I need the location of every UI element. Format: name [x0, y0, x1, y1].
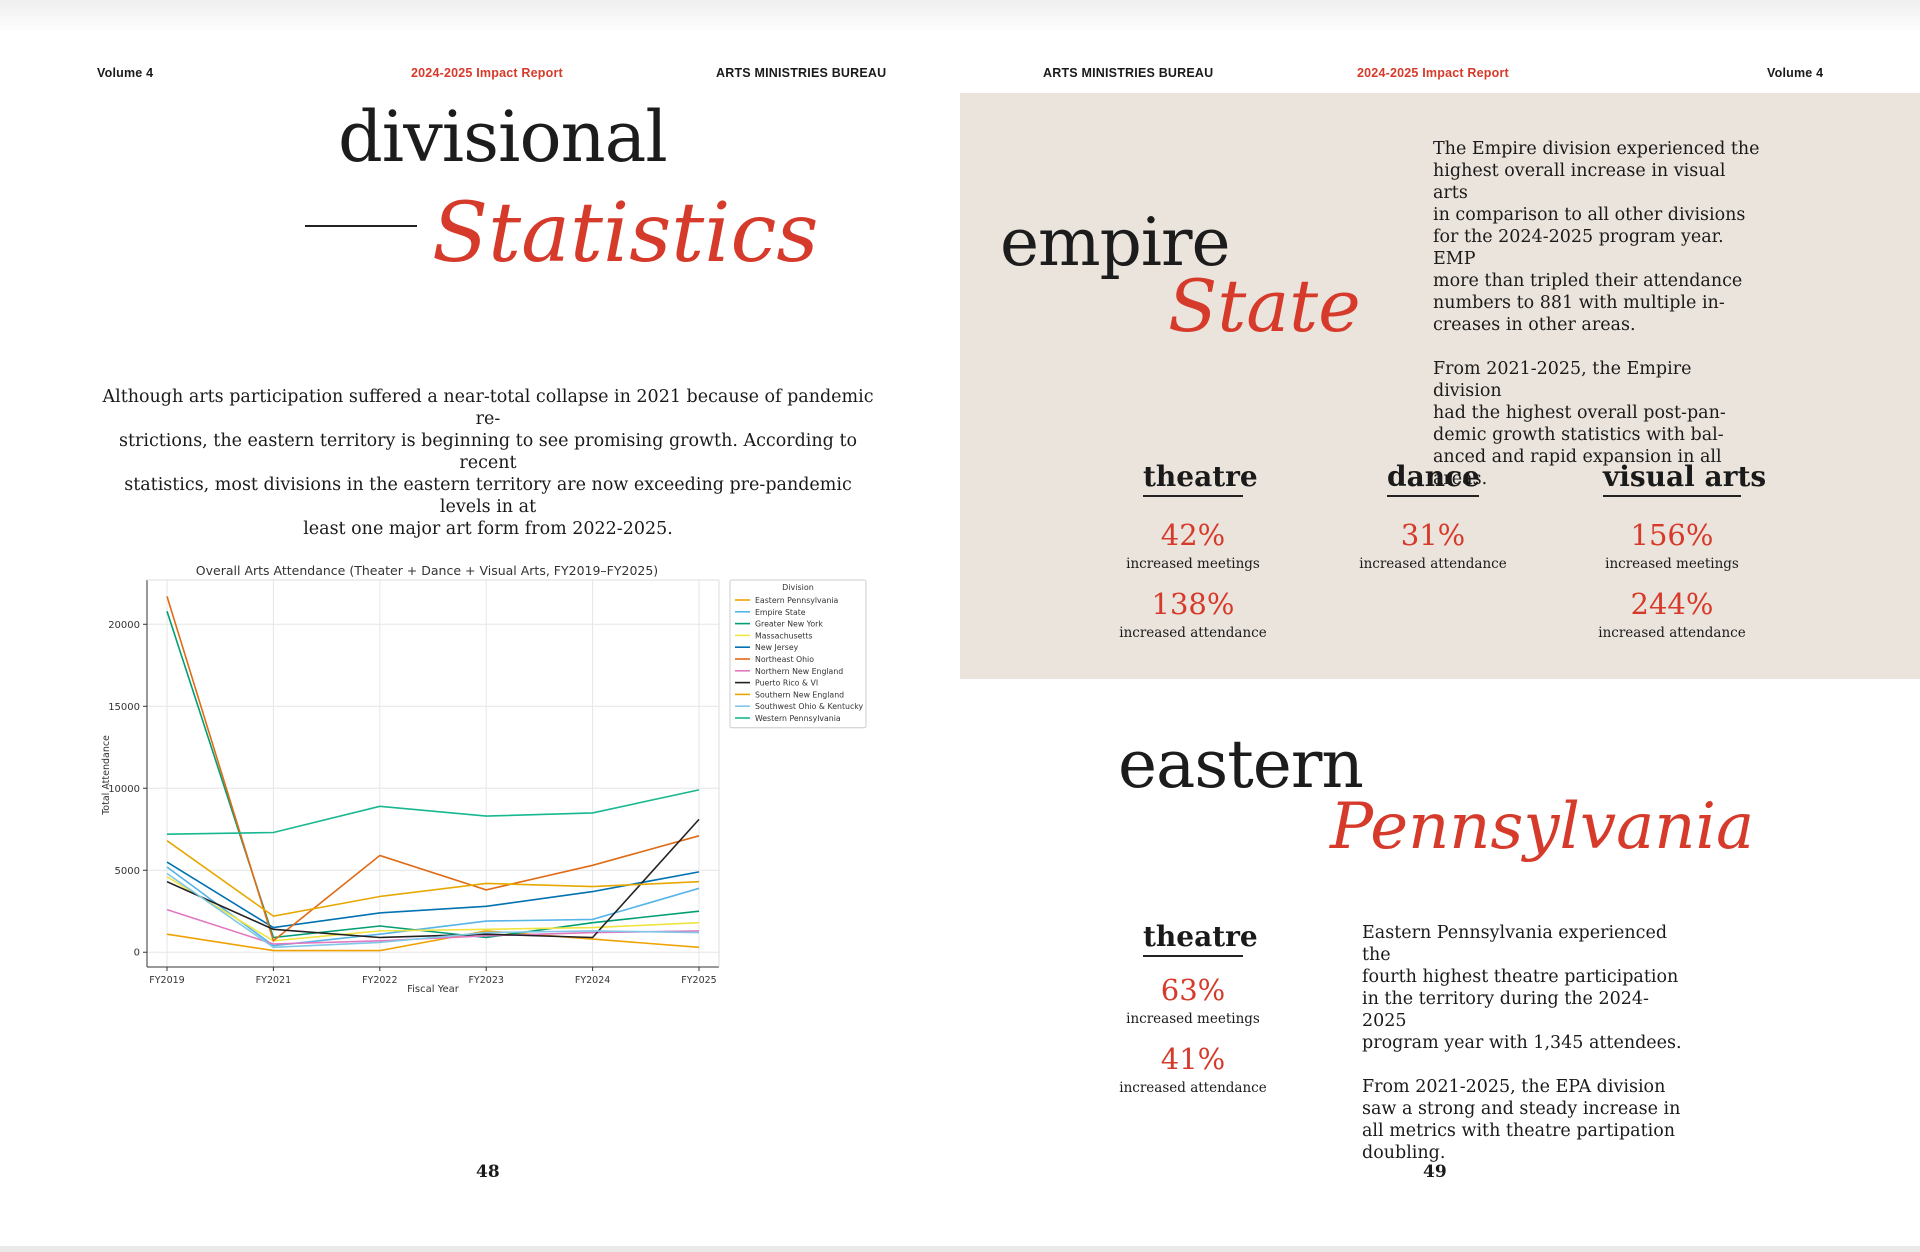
title-rule: [305, 225, 417, 227]
eastern-theatre-heading: theatre: [1143, 920, 1258, 957]
empire-visual-heading: visual arts: [1603, 460, 1766, 497]
empire-visual-lbl-meetings: increased meetings: [1605, 556, 1739, 572]
header-org-left: ARTS MINISTRIES BUREAU: [716, 66, 887, 80]
series-line-empire-state: [166, 866, 700, 947]
series-line-greater-new-york: [166, 610, 700, 939]
text-line: demic growth statistics with bal-: [1433, 425, 1724, 445]
chart-xlabel: Fiscal Year: [407, 984, 460, 995]
eastern-theatre-lbl-meetings: increased meetings: [1126, 1011, 1260, 1027]
legend-label: Western Pennsylvania: [755, 714, 841, 723]
text-line: program year with 1,345 attendees.: [1362, 1033, 1682, 1053]
text-line: From 2021-2025, the EPA division: [1362, 1077, 1666, 1097]
series-line-eastern-pennsylvania: [166, 930, 700, 952]
legend-label: Massachusetts: [755, 631, 813, 640]
eastern-description: Eastern Pennsylvania experienced the fou…: [1362, 922, 1692, 1164]
legend-label: Southern New England: [755, 690, 844, 699]
text-line: all metrics with theatre partipation: [1362, 1121, 1676, 1141]
xtick-label: FY2025: [681, 975, 716, 986]
xtick-label: FY2022: [362, 975, 397, 986]
text-line: From 2021-2025, the Empire division: [1433, 359, 1692, 401]
text-line: The Empire division experienced the: [1433, 139, 1760, 159]
ytick-label: 5000: [115, 866, 140, 877]
legend-label: Greater New York: [755, 620, 823, 629]
empire-dance-heading: dance: [1387, 460, 1480, 497]
header-volume-right: Volume 4: [1767, 66, 1824, 80]
legend-label: Northeast Ohio: [755, 655, 814, 664]
eastern-title-serif: eastern: [1118, 726, 1364, 803]
chart-title: Overall Arts Attendance (Theater + Dance…: [196, 563, 658, 578]
ytick-label: 10000: [108, 784, 140, 795]
legend-label: Northern New England: [755, 667, 843, 676]
page-title-script: Statistics: [432, 186, 819, 281]
series-line-northeast-ohio: [166, 596, 700, 943]
header-report-left: 2024-2025 Impact Report: [411, 66, 563, 80]
empire-visual-pct-meetings: 156%: [1630, 518, 1714, 552]
page-title-serif: divisional: [338, 96, 668, 178]
text-line: saw a strong and steady increase in: [1362, 1099, 1681, 1119]
legend-label: Eastern Pennsylvania: [755, 596, 839, 605]
empire-theatre-heading: theatre: [1143, 460, 1258, 497]
empire-visual-lbl-attendance: increased attendance: [1598, 625, 1746, 641]
text-line: highest overall increase in visual arts: [1433, 161, 1726, 203]
text-line: in comparison to all other divisions: [1433, 205, 1746, 225]
legend-label: Puerto Rico & VI: [755, 679, 818, 688]
text-line: numbers to 881 with multiple in-: [1433, 293, 1725, 313]
eastern-theatre-lbl-attendance: increased attendance: [1119, 1080, 1267, 1096]
header-report-right: 2024-2025 Impact Report: [1357, 66, 1509, 80]
intro-line: least one major art form from 2022-2025.: [303, 519, 673, 539]
text-line: had the highest overall post-pan-: [1433, 403, 1726, 423]
chart-ylabel: Total Attendance: [101, 735, 112, 816]
text-line: Eastern Pennsylvania experienced the: [1362, 923, 1668, 965]
text-line: more than tripled their attendance: [1433, 271, 1743, 291]
text-line: fourth highest theatre participation: [1362, 967, 1679, 987]
legend-label: Empire State: [755, 608, 806, 617]
ytick-label: 20000: [108, 620, 140, 631]
empire-title-script: State: [1168, 264, 1361, 348]
xtick-label: FY2019: [149, 975, 184, 986]
header-org-right: ARTS MINISTRIES BUREAU: [1043, 66, 1214, 80]
xtick-label: FY2021: [256, 975, 291, 986]
ytick-label: 0: [134, 948, 140, 959]
top-shadow: [0, 0, 1920, 30]
page-number-left: 48: [476, 1162, 500, 1182]
text-line: creases in other areas.: [1433, 315, 1636, 335]
series-line-western-pennsylvania: [166, 789, 700, 835]
bottom-edge: [0, 1246, 1920, 1252]
xtick-label: FY2023: [468, 975, 503, 986]
attendance-line-chart: Overall Arts Attendance (Theater + Dance…: [101, 563, 867, 995]
intro-line: statistics, most divisions in the easter…: [124, 475, 852, 517]
magazine-spread: Volume 4 2024-2025 Impact Report ARTS MI…: [0, 0, 1920, 1252]
empire-description: The Empire division experienced the high…: [1433, 138, 1763, 490]
empire-theatre-pct-meetings: 42%: [1160, 518, 1226, 552]
intro-line: Although arts participation suffered a n…: [102, 387, 874, 429]
empire-visual-pct-attendance: 244%: [1630, 587, 1714, 621]
empire-theatre-lbl-meetings: increased meetings: [1126, 556, 1260, 572]
ytick-label: 15000: [108, 702, 140, 713]
text-line: in the territory during the 2024-2025: [1362, 989, 1649, 1031]
intro-line: strictions, the eastern territory is beg…: [118, 431, 858, 473]
legend-label: New Jersey: [755, 643, 799, 652]
empire-dance-lbl: increased attendance: [1359, 556, 1507, 572]
xtick-label: FY2024: [575, 975, 610, 986]
text-line: doubling.: [1362, 1143, 1446, 1163]
chart-legend: Division Eastern Pennsylvania Empire State…: [729, 579, 867, 729]
text-line: for the 2024-2025 program year. EMP: [1433, 227, 1724, 269]
legend-title: Division: [782, 583, 814, 592]
header-volume-left: Volume 4: [97, 66, 154, 80]
empire-theatre-lbl-attendance: increased attendance: [1119, 625, 1267, 641]
page-number-right: 49: [1423, 1162, 1447, 1182]
intro-paragraph: Although arts participation suffered a n…: [98, 386, 878, 540]
eastern-theatre-pct-attendance: 41%: [1160, 1042, 1226, 1076]
empire-dance-pct: 31%: [1400, 518, 1466, 552]
eastern-theatre-pct-meetings: 63%: [1160, 973, 1226, 1007]
empire-theatre-pct-attendance: 138%: [1151, 587, 1235, 621]
eastern-title-script: Pennsylvania: [1330, 790, 1755, 864]
legend-label: Southwest Ohio & Kentucky: [755, 702, 863, 711]
